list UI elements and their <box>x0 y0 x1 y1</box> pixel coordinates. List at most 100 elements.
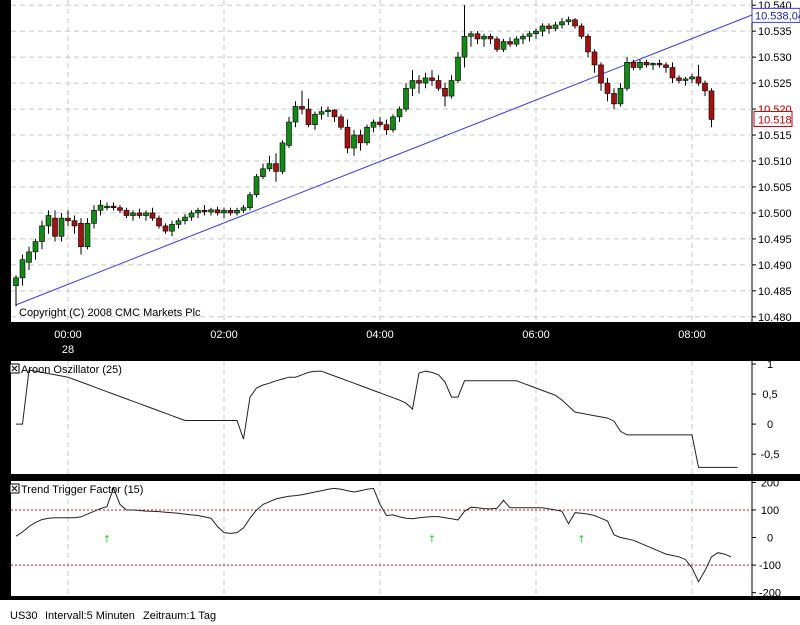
candle-down <box>696 77 701 83</box>
candle-down <box>703 83 708 91</box>
y-tick-label: 10.525 <box>758 78 792 90</box>
candle-down <box>488 36 493 39</box>
candle-up <box>540 26 545 31</box>
candle-up <box>20 260 25 278</box>
candle-up <box>553 25 558 29</box>
candle-up <box>293 106 298 122</box>
candle-down <box>150 213 155 218</box>
candle-up <box>209 210 214 212</box>
candle-down <box>72 221 77 226</box>
candle-down <box>384 125 389 130</box>
copyright-text: Copyright (C) 2008 CMC Markets Plc <box>19 307 201 319</box>
candle-down <box>378 122 383 125</box>
y-tick-label: 10.510 <box>758 156 792 168</box>
candle-down <box>53 218 58 236</box>
candle-up <box>482 36 487 39</box>
candle-up <box>287 122 292 145</box>
candle-down <box>547 26 552 29</box>
last-price-label: 10.518 <box>758 114 792 126</box>
candle-up <box>618 88 623 104</box>
y-tick-label: 10.515 <box>758 130 792 142</box>
y-tick-label: 100 <box>761 505 779 517</box>
y-tick-label: 200 <box>761 477 779 489</box>
signal-arrow-icon: ↑ <box>577 535 585 546</box>
candle-up <box>514 39 519 44</box>
candle-up <box>462 36 467 57</box>
status-bar: US30 Intervall:5 Minuten Zeitraum:1 Tag <box>0 600 800 625</box>
candle-up <box>501 42 506 50</box>
candle-up <box>521 36 526 39</box>
candle-down <box>599 65 604 83</box>
y-tick-label: 0 <box>767 533 773 545</box>
candle-down <box>417 81 422 84</box>
y-tick-label: -200 <box>759 588 781 600</box>
price-panel: 10.48010.48510.49010.49510.50010.50510.5… <box>0 0 800 360</box>
candle-down <box>118 208 123 211</box>
candle-up <box>189 213 194 217</box>
candle-up <box>222 210 227 213</box>
candle-up <box>319 112 324 115</box>
candle-up <box>410 81 415 89</box>
candle-up <box>46 216 51 226</box>
symbol-label: US30 <box>10 610 38 622</box>
candle-up <box>248 195 253 208</box>
x-tick-label: 02:00 <box>210 329 238 341</box>
signal-arrow-icon: ↑ <box>103 535 111 546</box>
candle-down <box>657 63 662 65</box>
ttf-axis-area <box>752 481 800 596</box>
candle-up <box>313 114 318 124</box>
candle-up <box>456 57 461 80</box>
candle-up <box>651 63 656 65</box>
candle-down <box>215 210 220 213</box>
candle-up <box>14 278 19 286</box>
y-tick-label: 10.500 <box>758 208 792 220</box>
candle-down <box>137 213 142 216</box>
candle-up <box>683 79 688 81</box>
candle-down <box>66 218 71 221</box>
candle-up <box>527 34 532 37</box>
candle-up <box>534 31 539 34</box>
signal-arrow-icon: ↑ <box>428 535 436 546</box>
candle-up <box>638 62 643 67</box>
x-tick-label: 00:00 <box>54 329 82 341</box>
candle-up <box>560 22 565 25</box>
chart-window: 10.48010.48510.49010.49510.50010.50510.5… <box>0 0 800 600</box>
candle-up <box>280 143 285 172</box>
y-tick-label: 1 <box>767 359 773 371</box>
y-tick-label: 10.485 <box>758 286 792 298</box>
y-tick-label: -100 <box>759 560 781 572</box>
candle-down <box>508 42 513 45</box>
candle-down <box>709 91 714 120</box>
candle-up <box>254 177 259 195</box>
x-tick-label: 06:00 <box>522 329 550 341</box>
aroon-oscillator-panel: 10,50-0,5-1Aroon Oszillator (25) <box>10 359 800 491</box>
x-tick-label: 04:00 <box>366 329 394 341</box>
aroon-plot-area <box>11 361 752 474</box>
candle-up <box>690 77 695 79</box>
candle-up <box>469 34 474 37</box>
period-label: Zeitraum:1 Tag <box>143 610 216 622</box>
candle-up <box>59 218 64 236</box>
candle-down <box>670 68 675 78</box>
candle-down <box>644 62 649 65</box>
candle-down <box>332 110 337 117</box>
left-margin <box>0 0 11 322</box>
candle-up <box>404 88 409 109</box>
candle-up <box>449 81 454 97</box>
interval-label: Intervall:5 Minuten <box>45 610 135 622</box>
candle-down <box>495 39 500 49</box>
candle-up <box>235 210 240 213</box>
y-tick-label: 10.505 <box>758 182 792 194</box>
candle-down <box>300 106 305 109</box>
candle-down <box>586 36 591 52</box>
candle-up <box>261 169 266 177</box>
candle-down <box>345 127 350 148</box>
candle-down <box>430 78 435 81</box>
candle-down <box>605 83 610 93</box>
candle-down <box>443 88 448 96</box>
candle-up <box>196 210 201 213</box>
candle-down <box>163 226 168 231</box>
candle-up <box>176 221 181 225</box>
candle-up <box>131 213 136 216</box>
y-tick-label: 0,5 <box>762 389 777 401</box>
